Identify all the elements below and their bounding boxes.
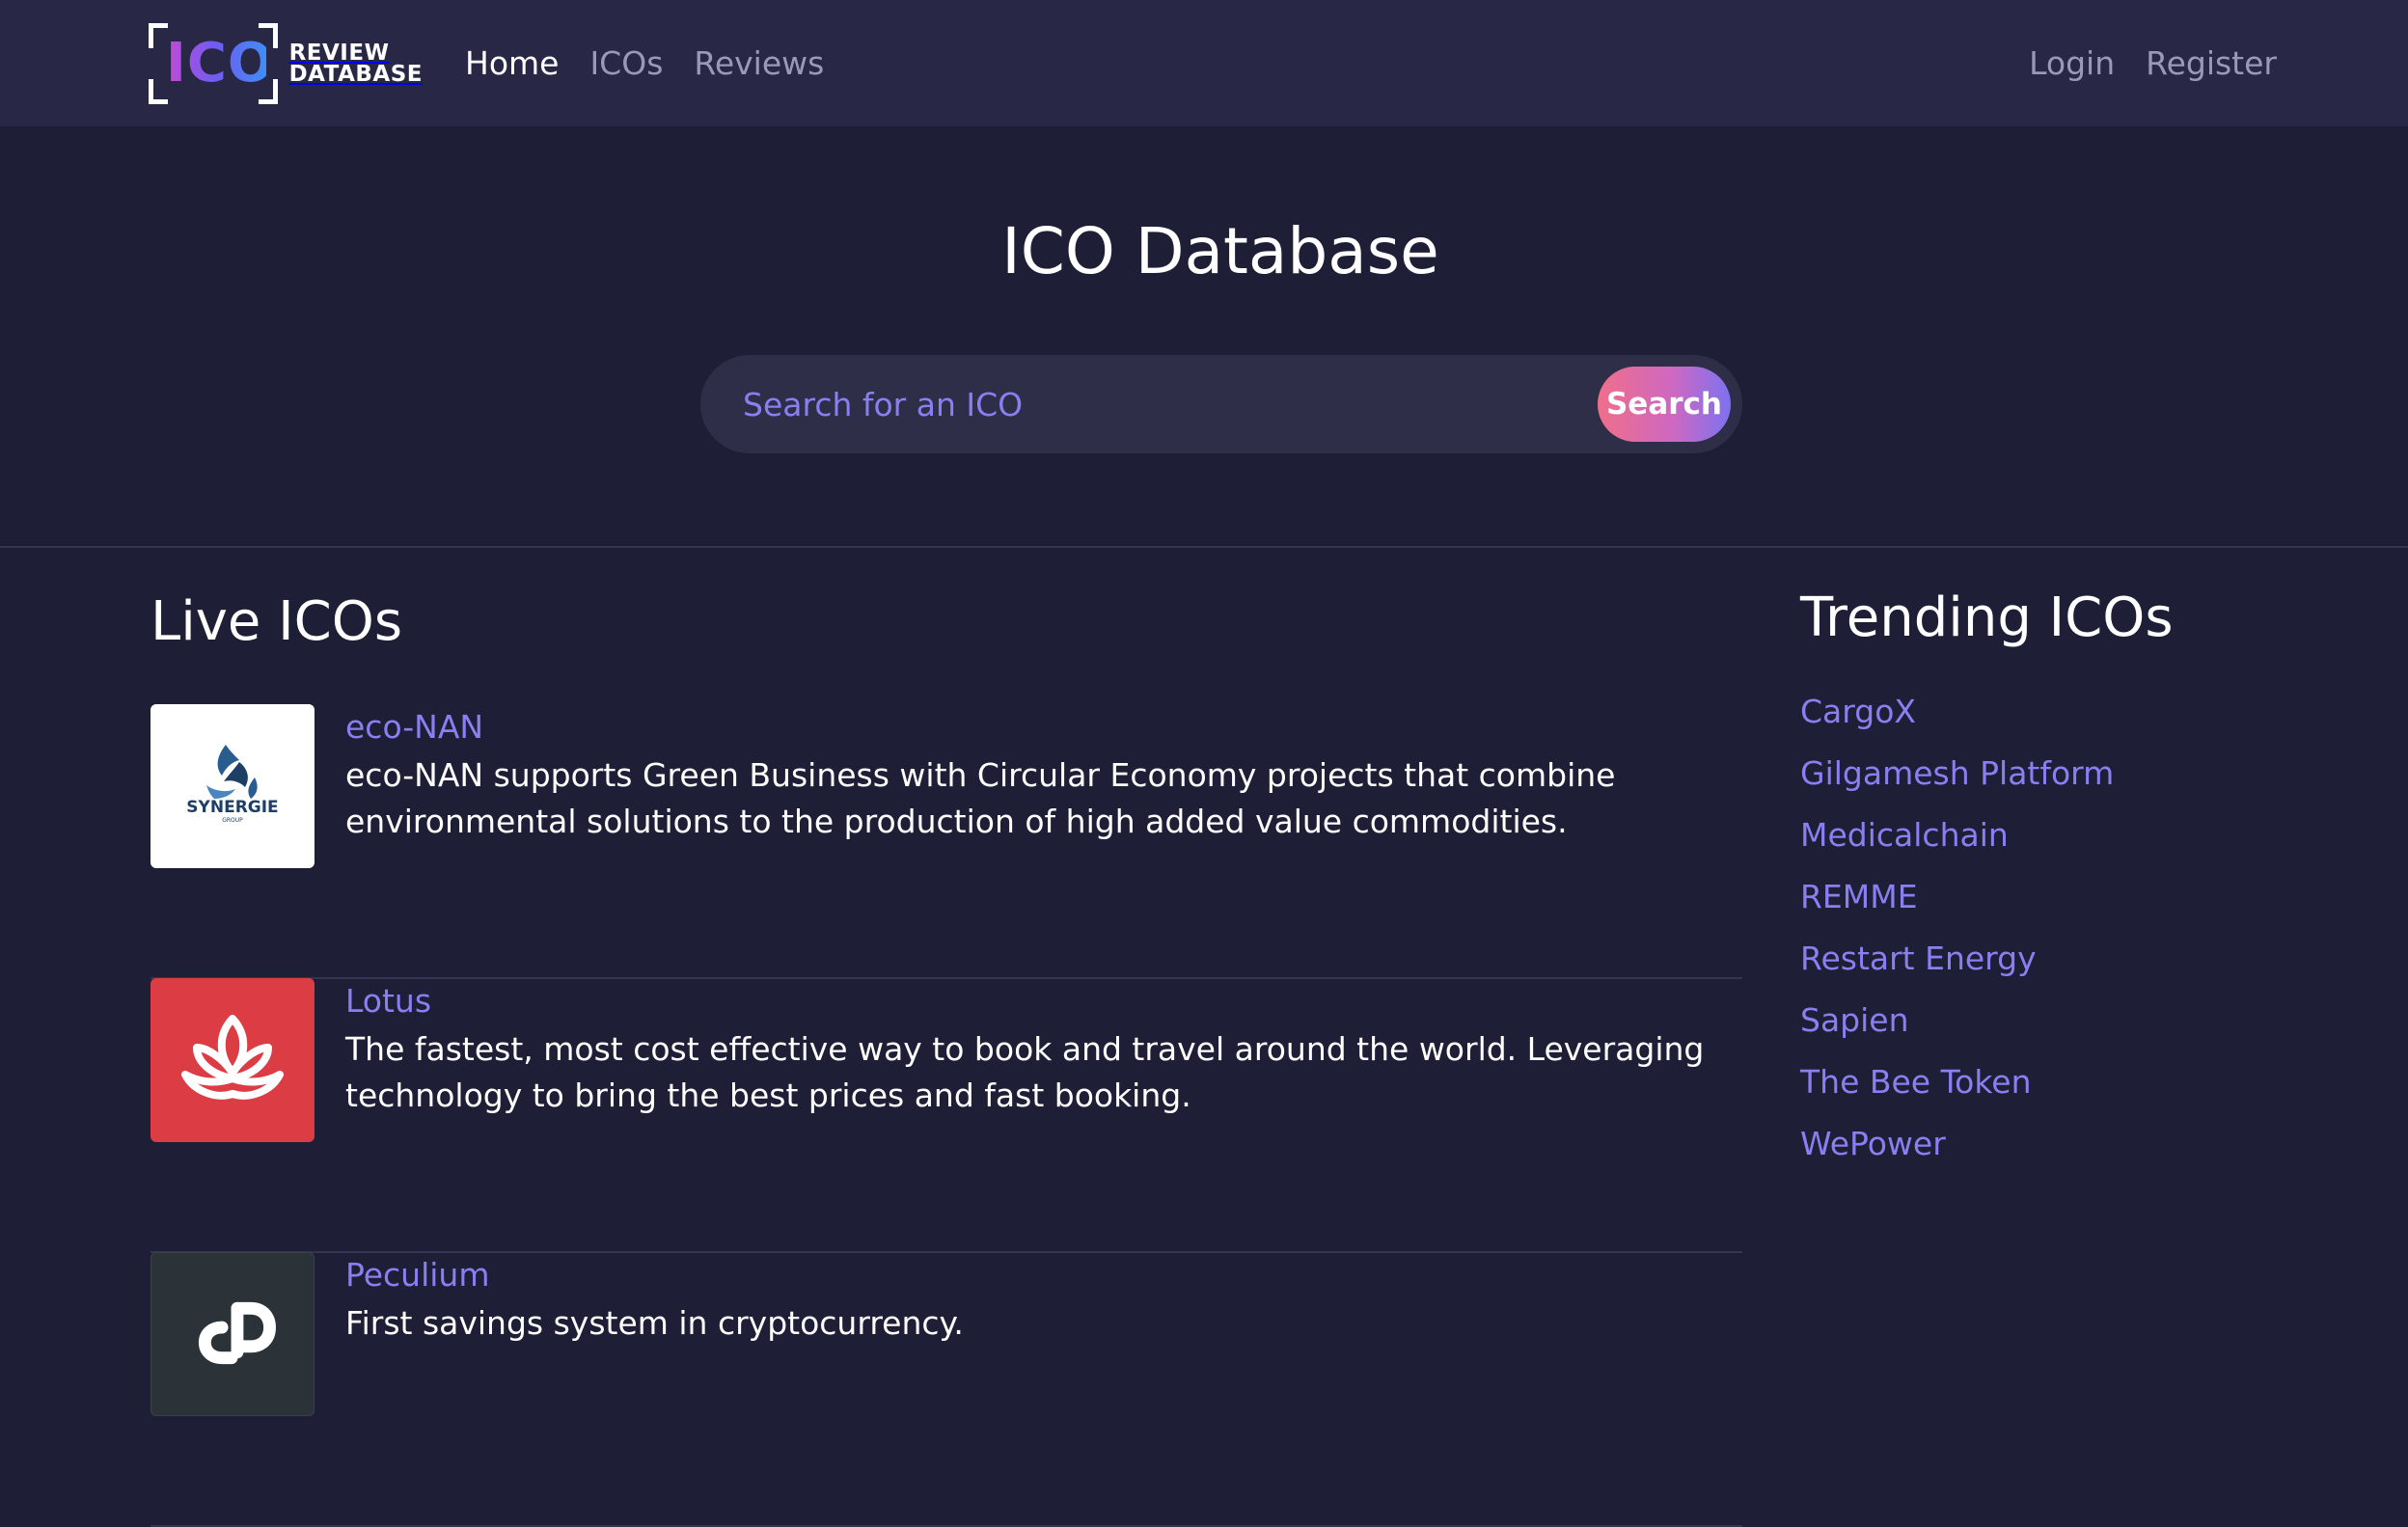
trending-list: CargoX Gilgamesh Platform Medicalchain R…: [1800, 693, 2114, 1186]
live-ico-item-eco-nan: SYNERGIE GROUP eco-NAN eco-NAN supports …: [150, 704, 1742, 979]
ico-description: eco-NAN supports Green Business with Cir…: [345, 756, 1616, 840]
list-item: Gilgamesh Platform: [1800, 754, 2114, 816]
trending-link-sapien[interactable]: Sapien: [1800, 1001, 1909, 1039]
list-item: Medicalchain: [1800, 816, 2114, 878]
top-navbar: ICO REVIEW DATABASE Home ICOs Reviews Lo…: [0, 0, 2408, 126]
live-icos-heading: Live ICOs: [150, 590, 403, 653]
synergie-logo[interactable]: SYNERGIE GROUP: [150, 704, 315, 868]
list-item: The Bee Token: [1800, 1063, 2114, 1125]
list-item: CargoX: [1800, 693, 2114, 754]
list-item: Restart Energy: [1800, 940, 2114, 1001]
ico-name-link[interactable]: Lotus: [345, 982, 431, 1020]
lotus-logo[interactable]: [150, 978, 315, 1142]
register-link[interactable]: Register: [2146, 44, 2277, 82]
hero-divider: [0, 546, 2408, 548]
synergie-logo-text: SYNERGIE: [186, 798, 278, 817]
ico-description: First savings system in cryptocurrency.: [345, 1304, 964, 1342]
live-ico-item-lotus: Lotus The fastest, most cost effective w…: [150, 978, 1742, 1253]
peculium-p-icon: [198, 1301, 276, 1365]
trending-link-wepower[interactable]: WePower: [1800, 1125, 1946, 1162]
auth-nav: Login Register: [2029, 39, 2277, 87]
search-input[interactable]: [700, 355, 1742, 453]
ico-description: The fastest, most cost effective way to …: [345, 1030, 1705, 1114]
ico-name-link[interactable]: eco-NAN: [345, 708, 483, 746]
nav-reviews-link[interactable]: Reviews: [694, 44, 824, 82]
trending-icos-heading: Trending ICOs: [1800, 586, 2174, 649]
logo-ico-text: ICO: [166, 32, 275, 95]
logo-sub-line1: REVIEW: [288, 41, 390, 66]
logo-mark: ICO: [149, 23, 278, 104]
peculium-logo[interactable]: [150, 1252, 315, 1416]
site-logo[interactable]: ICO REVIEW DATABASE: [149, 23, 423, 104]
search-form: Search: [700, 355, 1742, 453]
trending-link-medicalchain[interactable]: Medicalchain: [1800, 816, 2009, 854]
nav-icos-link[interactable]: ICOs: [589, 44, 663, 82]
trending-link-restart-energy[interactable]: Restart Energy: [1800, 940, 2037, 977]
synergie-icon: SYNERGIE GROUP: [186, 745, 279, 824]
lotus-flower-icon: [181, 1015, 284, 1100]
search-button[interactable]: Search: [1598, 367, 1731, 442]
nav-home-link[interactable]: Home: [465, 44, 559, 82]
login-link[interactable]: Login: [2029, 44, 2115, 82]
list-item: REMME: [1800, 878, 2114, 940]
trending-link-cargox[interactable]: CargoX: [1800, 693, 1916, 730]
page-title: ICO Database: [1001, 214, 1439, 288]
ico-name-link[interactable]: Peculium: [345, 1256, 489, 1294]
synergie-logo-subtext: GROUP: [222, 817, 243, 824]
trending-link-gilgamesh[interactable]: Gilgamesh Platform: [1800, 754, 2114, 792]
main-nav: Home ICOs Reviews: [465, 39, 824, 87]
list-item: WePower: [1800, 1125, 2114, 1186]
logo-subtitle: REVIEW DATABASE: [288, 41, 423, 87]
logo-sub-line2: DATABASE: [288, 62, 423, 87]
list-item: Sapien: [1800, 1001, 2114, 1063]
trending-link-remme[interactable]: REMME: [1800, 878, 1918, 915]
trending-link-bee-token[interactable]: The Bee Token: [1800, 1063, 2032, 1101]
live-ico-item-peculium: Peculium First savings system in cryptoc…: [150, 1252, 1742, 1527]
